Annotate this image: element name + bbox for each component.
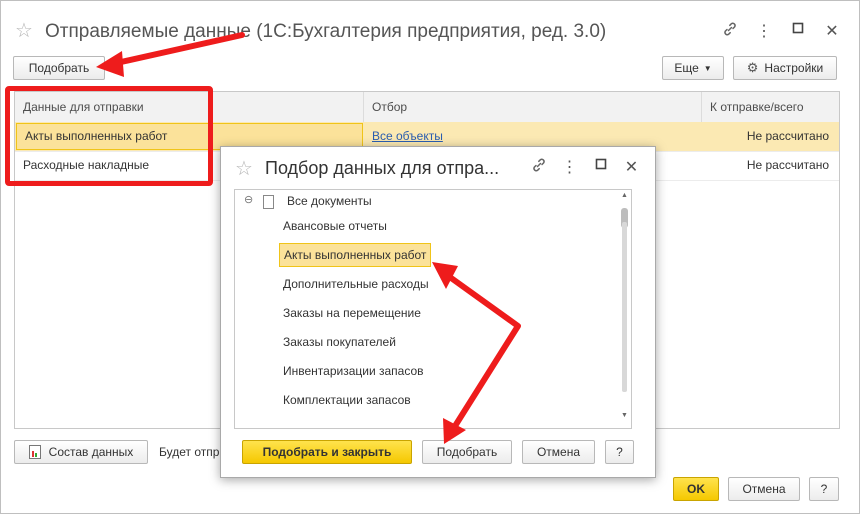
annotation-arrows [96,32,521,444]
arrowhead-icon [432,262,458,289]
annotation-arrow-dialog [437,267,521,437]
annotation-arrow-select [109,32,245,67]
arrowhead-icon [96,51,124,77]
